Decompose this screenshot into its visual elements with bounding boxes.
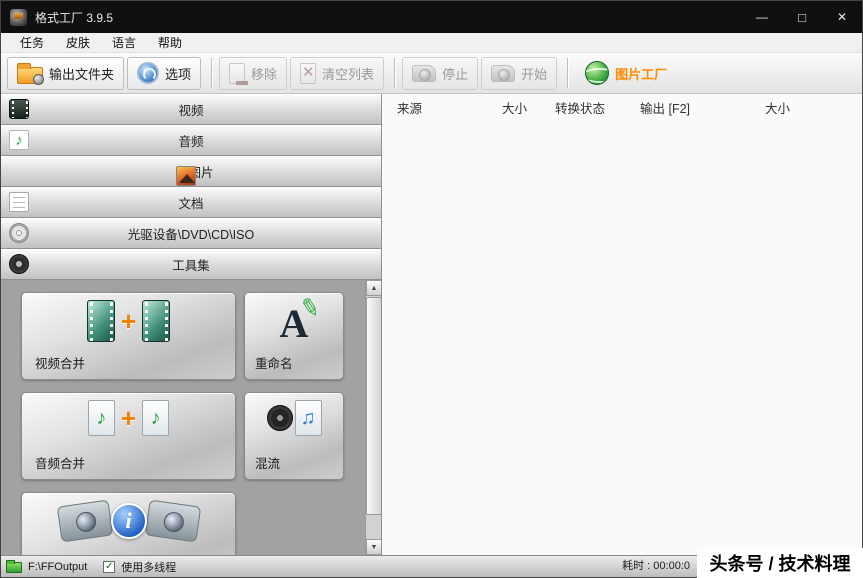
stop-icon: [412, 65, 436, 82]
toolbar: 输出文件夹 选项 移除 ✕ 清空列表 停止 开始 图片工厂: [1, 53, 862, 94]
category-audio[interactable]: ♪ 音频: [1, 125, 381, 156]
tile-audio-merge[interactable]: ♪ + ♪ 音频合并: [21, 392, 236, 480]
tile-video-merge[interactable]: + 视频合并: [21, 292, 236, 380]
start-button[interactable]: 开始: [481, 57, 557, 90]
tile-rename[interactable]: A ✎ 重命名: [244, 292, 344, 380]
options-gear-icon: [137, 62, 159, 84]
info-icon: i: [111, 503, 147, 539]
music-page-icon: ♪: [88, 400, 115, 436]
category-disc[interactable]: 光驱设备\DVD\CD\ISO: [1, 218, 381, 249]
clear-list-icon: ✕: [300, 63, 316, 84]
clear-list-button[interactable]: ✕ 清空列表: [290, 57, 384, 90]
music-page-icon: ♫: [295, 400, 322, 436]
minimize-button[interactable]: —: [742, 1, 782, 33]
pencil-icon: ✎: [297, 292, 323, 325]
film-strip-icon: [142, 300, 170, 342]
video-merge-icon: +: [22, 300, 235, 342]
music-page-icon: ♪: [142, 400, 169, 436]
camera-icon: [56, 500, 113, 543]
scroll-down-button[interactable]: ▼: [366, 539, 381, 555]
media-info-icon: i: [49, 493, 209, 549]
elapsed-time: 耗时 : 00:00:0: [622, 557, 690, 573]
output-path[interactable]: F:\FFOutput: [28, 561, 87, 573]
watermark: 头条号 / 技术料理: [697, 548, 863, 578]
column-output[interactable]: 输出 [F2]: [640, 98, 765, 117]
window-controls: — □ ✕: [742, 1, 862, 33]
scroll-up-button[interactable]: ▲: [366, 280, 381, 296]
film-reel-icon: [267, 405, 293, 431]
toolbar-separator: [394, 58, 395, 88]
plus-icon: +: [121, 308, 136, 334]
picture-factory-button[interactable]: 图片工厂: [575, 57, 677, 90]
toolset-panel: + 视频合并 A ✎ 重命名: [1, 280, 381, 555]
column-source[interactable]: 来源: [382, 98, 502, 117]
toolbar-separator: [567, 58, 568, 88]
app-logo-icon: [10, 9, 27, 26]
menu-skin[interactable]: 皮肤: [55, 33, 101, 52]
titlebar: 格式工厂 3.9.5 — □ ✕: [1, 1, 862, 33]
output-path-folder-icon: [6, 562, 22, 573]
column-convert-state[interactable]: 转换状态: [555, 98, 640, 117]
maximize-button[interactable]: □: [782, 1, 822, 33]
picture-factory-globe-icon: [585, 61, 609, 85]
column-size[interactable]: 大小: [502, 98, 555, 117]
video-category-icon: [9, 99, 29, 119]
output-folder-icon: [17, 67, 43, 84]
picture-category-icon: [176, 166, 196, 186]
camera-icon: [144, 500, 201, 543]
close-button[interactable]: ✕: [822, 1, 862, 33]
menubar: 任务 皮肤 语言 帮助: [1, 33, 862, 53]
task-table-body[interactable]: [382, 121, 862, 555]
menu-task[interactable]: 任务: [9, 33, 55, 52]
audio-category-icon: ♪: [9, 130, 29, 150]
output-folder-button[interactable]: 输出文件夹: [7, 57, 124, 90]
category-document[interactable]: 文档: [1, 187, 381, 218]
category-list: 视频 ♪ 音频 图片 文档 光驱设备\DVD\CD\ISO: [1, 94, 381, 280]
column-output-size[interactable]: 大小: [765, 98, 862, 117]
scrollbar-thumb[interactable]: [366, 297, 381, 515]
tile-mux[interactable]: ♫ 混流: [244, 392, 344, 480]
category-picture[interactable]: 图片: [1, 156, 381, 187]
tile-media-info[interactable]: i: [21, 492, 236, 555]
stop-button[interactable]: 停止: [402, 57, 478, 90]
task-table-header: 来源 大小 转换状态 输出 [F2] 大小: [382, 94, 862, 121]
multithread-label: 使用多线程: [121, 559, 176, 575]
options-button[interactable]: 选项: [127, 57, 201, 90]
remove-icon: [229, 63, 245, 84]
start-icon: [491, 65, 515, 82]
app-window: 格式工厂 3.9.5 — □ ✕ 任务 皮肤 语言 帮助 输出文件夹 选项 移除…: [0, 0, 863, 578]
audio-merge-icon: ♪ + ♪: [22, 400, 235, 436]
mux-icon: ♫: [245, 400, 343, 436]
toolbar-separator: [211, 58, 212, 88]
disc-category-icon: [9, 223, 29, 243]
category-toolset[interactable]: 工具集: [1, 249, 381, 280]
left-panel: 视频 ♪ 音频 图片 文档 光驱设备\DVD\CD\ISO: [1, 94, 381, 555]
remove-button[interactable]: 移除: [219, 57, 287, 90]
rename-icon: A ✎: [245, 300, 343, 348]
category-video[interactable]: 视频: [1, 94, 381, 125]
tools-scrollbar[interactable]: ▲ ▼: [365, 280, 381, 555]
toolset-category-icon: [9, 254, 29, 274]
film-strip-icon: [87, 300, 115, 342]
document-category-icon: [9, 192, 29, 212]
menu-help[interactable]: 帮助: [147, 33, 193, 52]
multithread-checkbox[interactable]: ✓: [103, 561, 115, 573]
menu-language[interactable]: 语言: [101, 33, 147, 52]
plus-icon: +: [121, 405, 136, 431]
task-list-panel: 来源 大小 转换状态 输出 [F2] 大小: [381, 94, 862, 555]
main-area: 视频 ♪ 音频 图片 文档 光驱设备\DVD\CD\ISO: [1, 94, 862, 555]
window-title: 格式工厂 3.9.5: [35, 9, 113, 26]
